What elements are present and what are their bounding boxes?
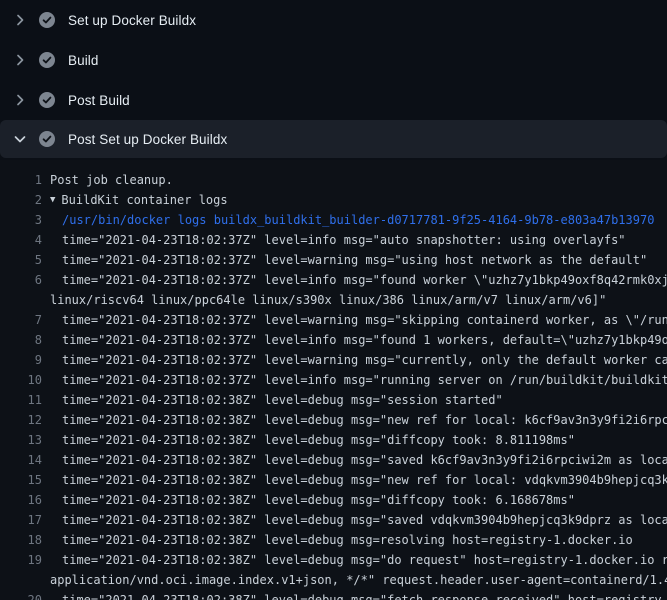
log-line: 1Post job cleanup. xyxy=(0,170,667,190)
line-number[interactable]: 14 xyxy=(0,450,42,470)
log-text: time="2021-04-23T18:02:38Z" level=debug … xyxy=(42,470,667,490)
step-log-console: 1Post job cleanup.2▼BuildKit container l… xyxy=(0,160,667,600)
log-line: 7time="2021-04-23T18:02:37Z" level=warni… xyxy=(0,310,667,330)
chevron-right-icon[interactable] xyxy=(12,92,28,108)
line-number[interactable]: 7 xyxy=(0,310,42,330)
log-text: time="2021-04-23T18:02:37Z" level=info m… xyxy=(42,330,667,350)
log-line: 6time="2021-04-23T18:02:37Z" level=info … xyxy=(0,270,667,290)
log-line: 17time="2021-04-23T18:02:38Z" level=debu… xyxy=(0,510,667,530)
log-text: time="2021-04-23T18:02:38Z" level=debug … xyxy=(42,510,667,530)
log-group-toggle-text[interactable]: BuildKit container logs xyxy=(55,190,227,210)
line-number[interactable]: 16 xyxy=(0,490,42,510)
log-line: 12time="2021-04-23T18:02:38Z" level=debu… xyxy=(0,410,667,430)
log-line: 3/usr/bin/docker logs buildx_buildkit_bu… xyxy=(0,210,667,230)
step-label: Set up Docker Buildx xyxy=(68,13,196,28)
log-line: 2▼BuildKit container logs xyxy=(0,190,667,210)
line-number[interactable]: 17 xyxy=(0,510,42,530)
step-row-post-build[interactable]: Post Build xyxy=(0,80,667,120)
line-number[interactable]: 13 xyxy=(0,430,42,450)
line-number[interactable]: 15 xyxy=(0,470,42,490)
log-text: time="2021-04-23T18:02:38Z" level=debug … xyxy=(42,490,575,510)
step-label: Post Set up Docker Buildx xyxy=(68,132,227,147)
log-line: 13time="2021-04-23T18:02:38Z" level=debu… xyxy=(0,430,667,450)
chevron-down-icon[interactable] xyxy=(12,131,28,147)
check-circle-success-icon xyxy=(39,92,55,108)
line-number[interactable]: 12 xyxy=(0,410,42,430)
log-text: time="2021-04-23T18:02:37Z" level=info m… xyxy=(42,230,626,250)
log-text: linux/riscv64 linux/ppc64le linux/s390x … xyxy=(42,290,606,310)
log-line: 4time="2021-04-23T18:02:37Z" level=info … xyxy=(0,230,667,250)
log-text: time="2021-04-23T18:02:38Z" level=debug … xyxy=(42,550,667,570)
step-row-set-up-docker-buildx[interactable]: Set up Docker Buildx xyxy=(0,0,667,40)
log-text: application/vnd.oci.image.index.v1+json,… xyxy=(42,570,667,590)
log-text: time="2021-04-23T18:02:38Z" level=debug … xyxy=(42,390,503,410)
log-line: 9time="2021-04-23T18:02:37Z" level=warni… xyxy=(0,350,667,370)
log-line: 14time="2021-04-23T18:02:38Z" level=debu… xyxy=(0,450,667,470)
group-expanded-icon[interactable]: ▼ xyxy=(42,190,55,210)
log-line: 19time="2021-04-23T18:02:38Z" level=debu… xyxy=(0,550,667,570)
line-number[interactable]: 3 xyxy=(0,210,42,230)
step-row-build[interactable]: Build xyxy=(0,40,667,80)
log-text: time="2021-04-23T18:02:38Z" level=debug … xyxy=(42,410,667,430)
line-number xyxy=(0,290,42,310)
check-circle-success-icon xyxy=(39,131,55,147)
line-number[interactable]: 1 xyxy=(0,170,42,190)
line-number[interactable]: 20 xyxy=(0,590,42,600)
log-text: time="2021-04-23T18:02:37Z" level=warnin… xyxy=(42,350,667,370)
step-row-post-set-up-docker-buildx[interactable]: Post Set up Docker Buildx xyxy=(0,120,667,158)
step-label: Post Build xyxy=(68,93,130,108)
log-line: 15time="2021-04-23T18:02:38Z" level=debu… xyxy=(0,470,667,490)
log-line-continuation: application/vnd.oci.image.index.v1+json,… xyxy=(0,570,667,590)
line-number[interactable]: 2 xyxy=(0,190,42,210)
log-text: time="2021-04-23T18:02:38Z" level=debug … xyxy=(42,590,667,600)
log-text: time="2021-04-23T18:02:37Z" level=info m… xyxy=(42,270,667,290)
line-number[interactable]: 8 xyxy=(0,330,42,350)
log-text: time="2021-04-23T18:02:37Z" level=info m… xyxy=(42,370,667,390)
line-number[interactable]: 6 xyxy=(0,270,42,290)
check-circle-success-icon xyxy=(39,12,55,28)
line-number[interactable]: 11 xyxy=(0,390,42,410)
line-number xyxy=(0,570,42,590)
check-circle-success-icon xyxy=(39,52,55,68)
log-text: time="2021-04-23T18:02:38Z" level=debug … xyxy=(42,430,575,450)
log-line: 10time="2021-04-23T18:02:37Z" level=info… xyxy=(0,370,667,390)
line-number[interactable]: 19 xyxy=(0,550,42,570)
chevron-right-icon[interactable] xyxy=(12,12,28,28)
log-text: time="2021-04-23T18:02:38Z" level=debug … xyxy=(42,530,633,550)
step-label: Build xyxy=(68,53,99,68)
log-command-text: /usr/bin/docker logs buildx_buildkit_bui… xyxy=(42,210,654,230)
log-text: Post job cleanup. xyxy=(42,170,173,190)
line-number[interactable]: 5 xyxy=(0,250,42,270)
log-text: time="2021-04-23T18:02:38Z" level=debug … xyxy=(42,450,667,470)
log-line: 18time="2021-04-23T18:02:38Z" level=debu… xyxy=(0,530,667,550)
line-number[interactable]: 18 xyxy=(0,530,42,550)
chevron-right-icon[interactable] xyxy=(12,52,28,68)
log-line-continuation: linux/riscv64 linux/ppc64le linux/s390x … xyxy=(0,290,667,310)
log-text: time="2021-04-23T18:02:37Z" level=warnin… xyxy=(42,310,667,330)
job-steps-list: Set up Docker Buildx Build Post Build Po… xyxy=(0,0,667,158)
log-line: 20time="2021-04-23T18:02:38Z" level=debu… xyxy=(0,590,667,600)
line-number[interactable]: 9 xyxy=(0,350,42,370)
log-line: 8time="2021-04-23T18:02:37Z" level=info … xyxy=(0,330,667,350)
log-text: time="2021-04-23T18:02:37Z" level=warnin… xyxy=(42,250,647,270)
line-number[interactable]: 10 xyxy=(0,370,42,390)
log-line: 5time="2021-04-23T18:02:37Z" level=warni… xyxy=(0,250,667,270)
line-number[interactable]: 4 xyxy=(0,230,42,250)
log-line: 16time="2021-04-23T18:02:38Z" level=debu… xyxy=(0,490,667,510)
log-line: 11time="2021-04-23T18:02:38Z" level=debu… xyxy=(0,390,667,410)
